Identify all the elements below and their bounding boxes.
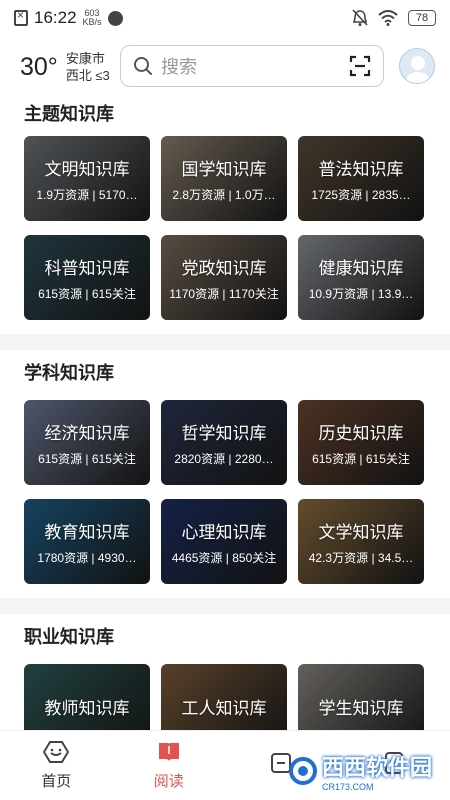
card-grid: 文明知识库 1.9万资源 | 5170… 国学知识库 2.8万资源 | 1.0万… … xyxy=(24,128,426,320)
notification-box-icon xyxy=(14,8,28,26)
nav-label: 首页 xyxy=(41,773,72,790)
card-pufa[interactable]: 普法知识库 1725资源 | 2835… xyxy=(298,136,424,221)
card-xuesheng[interactable]: 学生知识库 xyxy=(298,664,424,730)
nav-label: 阅读 xyxy=(153,773,184,790)
search-icon xyxy=(134,57,152,75)
card-title: 科普知识库 xyxy=(44,258,130,278)
header: 30° 安康市 西北 ≤3 搜索 xyxy=(0,36,450,98)
card-title: 心理知识库 xyxy=(181,522,267,542)
status-time: 16:22 xyxy=(34,8,77,27)
battery-indicator: 78 xyxy=(408,10,436,26)
section-title: 职业知识库 xyxy=(24,627,114,647)
card-wenming[interactable]: 文明知识库 1.9万资源 | 5170… xyxy=(24,136,150,221)
card-grid: 经济知识库 615资源 | 615关注 哲学知识库 2820资源 | 2280… 历… xyxy=(24,392,426,584)
watermark-text-block: 西西软件园 CR173.COM xyxy=(322,750,432,792)
card-title: 哲学知识库 xyxy=(181,423,267,443)
nav-home[interactable]: 首页 xyxy=(0,731,113,800)
weather-location[interactable]: 安康市 西北 ≤3 xyxy=(66,50,110,84)
nav-reading[interactable]: 阅读 xyxy=(113,731,226,800)
section-subject: 学科知识库 经济知识库 615资源 | 615关注 哲学知识库 2820资源 | 2… xyxy=(0,350,450,598)
card-title: 经济知识库 xyxy=(44,423,130,443)
mute-bell-icon xyxy=(352,9,368,26)
status-right: 78 xyxy=(352,9,436,27)
card-stats: 10.9万资源 | 13.9… xyxy=(308,286,414,301)
planet-icon xyxy=(107,10,123,26)
card-stats: 4465资源 | 850关注 xyxy=(171,550,277,565)
card-dangzheng[interactable]: 党政知识库 1170资源 | 1170关注 xyxy=(161,235,287,320)
watermark-sub: CR173.COM xyxy=(321,782,374,792)
card-wenxue[interactable]: 文学知识库 42.3万资源 | 34.5… xyxy=(298,499,424,584)
card-guoxue[interactable]: 国学知识库 2.8万资源 | 1.0万… xyxy=(161,136,287,221)
card-title: 文学知识库 xyxy=(318,522,404,542)
weather-wind: 西北 ≤3 xyxy=(65,68,110,83)
card-title: 党政知识库 xyxy=(181,258,267,278)
section-theme: 主题知识库 文明知识库 1.9万资源 | 5170… 国学知识库 2.8万资源 | … xyxy=(0,98,450,334)
book-icon xyxy=(158,743,179,761)
card-xinli[interactable]: 心理知识库 4465资源 | 850关注 xyxy=(161,499,287,584)
network-speed-unit: KB/s xyxy=(82,17,102,27)
watermark-logo-icon xyxy=(288,757,317,785)
main-content[interactable]: 主题知识库 文明知识库 1.9万资源 | 5170… 国学知识库 2.8万资源 | … xyxy=(0,98,450,730)
card-kepu[interactable]: 科普知识库 615资源 | 615关注 xyxy=(24,235,150,320)
card-stats: 615资源 | 615关注 xyxy=(38,286,136,301)
card-title: 工人知识库 xyxy=(181,699,267,718)
card-stats: 1.9万资源 | 5170… xyxy=(36,187,138,202)
card-jiaoyu[interactable]: 教育知识库 1780资源 | 4930… xyxy=(24,499,150,584)
search-placeholder: 搜索 xyxy=(161,57,197,77)
card-stats: 42.3万资源 | 34.5… xyxy=(308,550,414,565)
avatar[interactable] xyxy=(399,48,435,84)
weather-city: 安康市 xyxy=(65,51,105,66)
status-left: 16:22 603 KB/s xyxy=(14,8,123,28)
card-stats: 615资源 | 615关注 xyxy=(38,451,136,466)
home-hex-icon xyxy=(43,741,70,763)
card-title: 文明知识库 xyxy=(44,159,130,179)
network-speed: 603 KB/s xyxy=(83,9,102,27)
card-title: 教育知识库 xyxy=(44,522,130,542)
card-stats: 1780资源 | 4930… xyxy=(37,550,137,565)
card-title: 教师知识库 xyxy=(44,699,130,718)
card-title: 学生知识库 xyxy=(318,699,404,718)
card-stats: 1170资源 | 1170关注 xyxy=(169,286,279,301)
weather-temperature[interactable]: 30° xyxy=(20,53,58,82)
card-stats: 1725资源 | 2835… xyxy=(311,187,411,202)
wifi-icon xyxy=(378,10,398,26)
card-title: 普法知识库 xyxy=(318,159,404,179)
section-title: 主题知识库 xyxy=(24,104,114,124)
card-grid: 教师知识库 工人知识库 学生知识库 xyxy=(24,656,426,730)
card-title: 国学知识库 xyxy=(181,159,267,179)
card-title: 健康知识库 xyxy=(318,258,404,278)
card-stats: 2820资源 | 2280… xyxy=(174,451,274,466)
card-zhexue[interactable]: 哲学知识库 2820资源 | 2280… xyxy=(161,400,287,485)
watermark-text: 西西软件园 xyxy=(321,755,432,780)
card-gongren[interactable]: 工人知识库 xyxy=(161,664,287,730)
scan-icon[interactable] xyxy=(349,55,371,77)
card-jiaoshi[interactable]: 教师知识库 xyxy=(24,664,150,730)
card-jiankang[interactable]: 健康知识库 10.9万资源 | 13.9… xyxy=(298,235,424,320)
user-avatar-icon xyxy=(406,56,430,83)
section-career: 职业知识库 教师知识库 工人知识库 学生知识库 xyxy=(0,614,450,730)
card-jingji[interactable]: 经济知识库 615资源 | 615关注 xyxy=(24,400,150,485)
card-lishi[interactable]: 历史知识库 615资源 | 615关注 xyxy=(298,400,424,485)
card-stats: 615资源 | 615关注 xyxy=(312,451,410,466)
search-bar[interactable]: 搜索 xyxy=(120,45,384,87)
card-stats: 2.8万资源 | 1.0万… xyxy=(172,187,276,202)
watermark: 西西软件园 CR173.COM xyxy=(288,750,432,792)
card-title: 历史知识库 xyxy=(318,423,404,443)
section-title: 学科知识库 xyxy=(24,363,114,383)
status-bar: 16:22 603 KB/s 78 xyxy=(0,0,450,36)
